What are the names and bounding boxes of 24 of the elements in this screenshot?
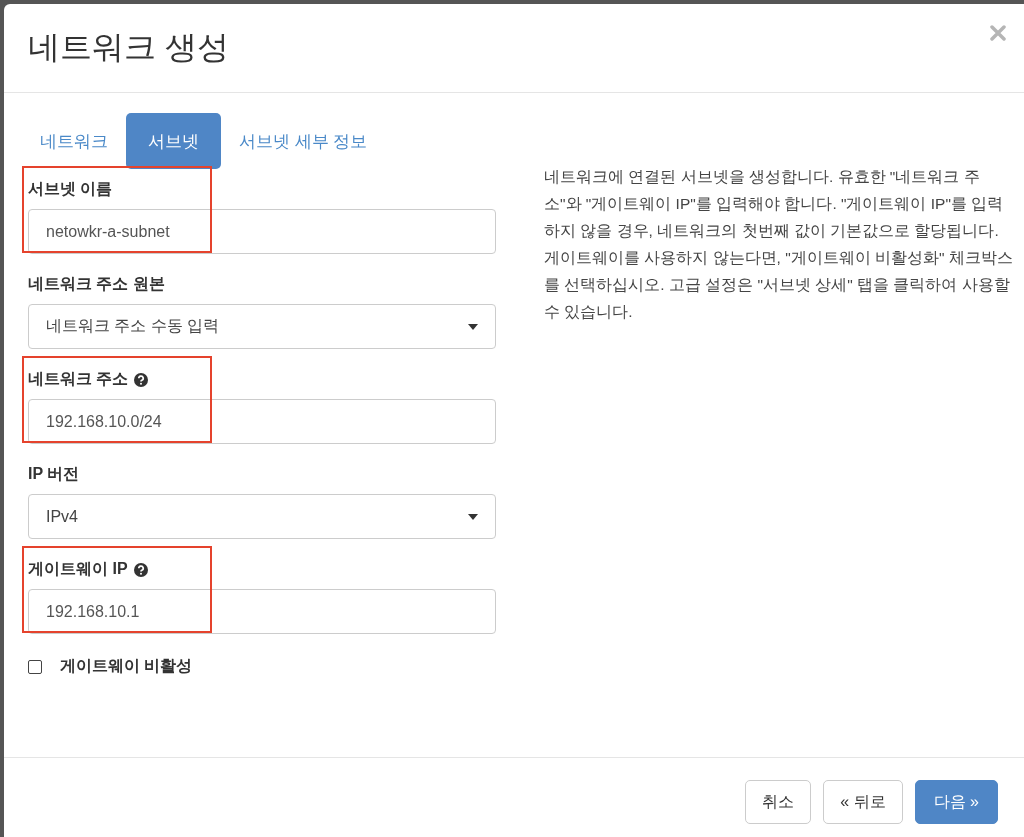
caret-icon [468,513,478,520]
field-label: 게이트웨이 IP [28,559,128,579]
next-button[interactable]: 다음 » [914,780,998,824]
help-icon[interactable] [134,372,149,387]
dialog-button[interactable]: « 뒤로 [823,780,903,824]
field-label: 서브넷 이름 [28,179,113,199]
checkbox[interactable] [28,659,42,674]
field-label: IP 버전 [28,464,80,484]
dialog-title: 네트워크 생성 [28,28,229,67]
description-text: 네트워크에 연결된 서브넷을 생성합니다. 유효한 "네트워크 주소"와 "게이트웨이 IP"를 입력해야 합니다. "게이트웨이 IP"를 입력하지 않을 경우, 네트워크의 첫번째 값이 기본값으로 할당됩니다. 게이트웨이를 사용하지 않는다면, "게이트웨이 비활성화" 체크박스를 선택하십시오. 고급 설정은 "서브넷 상세" 탭을 클릭하여 사용할 수 있습니다. [544,167,1014,322]
field-label: 네트워크 주소 [28,369,129,389]
text-field[interactable]: netowkr-a-subnet [28,209,496,254]
dropdown[interactable]: 네트워크 주소 수동 입력 [28,304,496,349]
checkbox-label: 게이트웨이 비활성 [60,656,193,676]
tab[interactable]: 서브넷 세부 정보 [227,113,380,169]
tab[interactable]: 네트워크 [28,113,120,169]
text-field[interactable]: 192.168.10.1 [28,589,496,634]
text-field[interactable]: 192.168.10.0/24 [28,399,496,444]
help-icon[interactable] [133,562,148,577]
tab[interactable]: 서브넷 [126,113,221,169]
field-label: 네트워크 주소 원본 [28,274,165,294]
caret-icon [468,323,478,330]
dialog-button[interactable]: 취소 [745,780,812,824]
dropdown[interactable]: IPv4 [28,494,496,539]
